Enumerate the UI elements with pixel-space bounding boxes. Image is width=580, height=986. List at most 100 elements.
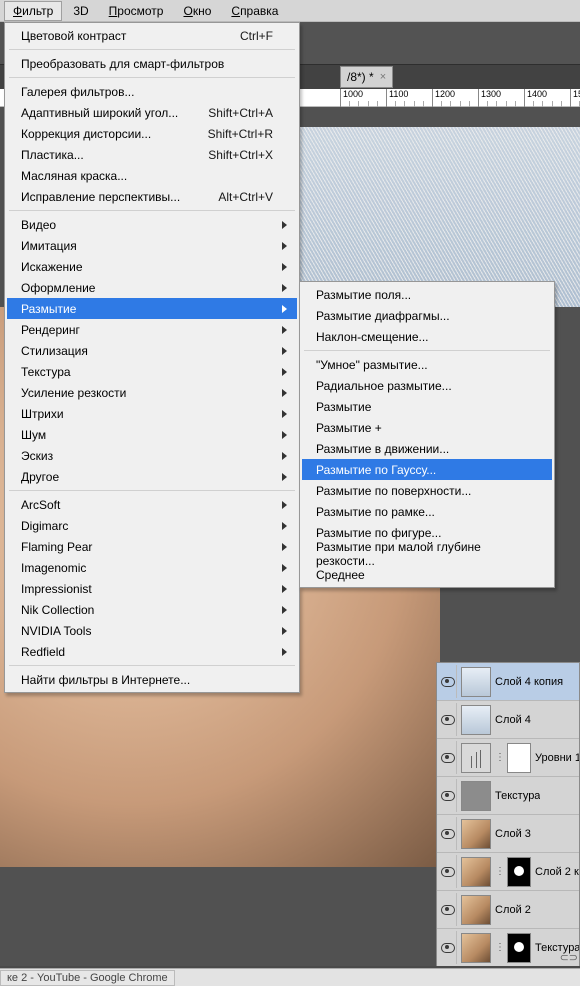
menu-filter-item[interactable]: Шум — [7, 424, 297, 445]
menu-filter-item[interactable]: Стилизация — [7, 340, 297, 361]
layer-row[interactable]: Текстура — [437, 777, 579, 815]
layer-name[interactable]: Слой 2 коп — [535, 866, 579, 878]
menu-filter-item[interactable]: Найти фильтры в Интернете... — [7, 669, 297, 690]
menu-blur-item[interactable]: Радиальное размытие... — [302, 375, 552, 396]
layer-name[interactable]: Слой 4 — [495, 714, 531, 726]
menu-filter-item[interactable]: Impressionist — [7, 578, 297, 599]
layer-name[interactable]: Текстура — [495, 790, 540, 802]
close-icon[interactable]: × — [380, 71, 386, 83]
menu-filter-item[interactable]: Imagenomic — [7, 557, 297, 578]
layer-thumbnail[interactable] — [461, 667, 491, 697]
chevron-right-icon — [282, 214, 291, 235]
menu-item-label: Видео — [21, 218, 56, 232]
menu-filter-item[interactable]: Эскиз — [7, 445, 297, 466]
menu-item-label: Imagenomic — [21, 561, 86, 575]
menu-filter-item[interactable]: Преобразовать для смарт-фильтров — [7, 53, 297, 74]
menu-filter-item[interactable]: Коррекция дисторсии...Shift+Ctrl+R — [7, 123, 297, 144]
menu-filter-item[interactable]: Текстура — [7, 361, 297, 382]
menu-blur-item[interactable]: Размытие + — [302, 417, 552, 438]
layer-visibility-toggle[interactable] — [439, 779, 457, 812]
menu-blur-item[interactable]: Размытие по поверхности... — [302, 480, 552, 501]
layer-mask-thumbnail[interactable] — [507, 743, 531, 773]
menu-blur-item[interactable]: "Умное" размытие... — [302, 354, 552, 375]
menu-filter-item[interactable]: Пластика...Shift+Ctrl+X — [7, 144, 297, 165]
layer-row[interactable]: Слой 3 — [437, 815, 579, 853]
layer-thumbnail[interactable] — [461, 781, 491, 811]
layer-thumbnail[interactable] — [461, 933, 491, 963]
eye-icon — [441, 867, 455, 877]
menubar-item-окно[interactable]: Окно — [174, 1, 220, 21]
layer-thumbnail[interactable] — [461, 819, 491, 849]
menu-blur-item[interactable]: Наклон-смещение... — [302, 326, 552, 347]
layer-row[interactable]: Слой 4 — [437, 701, 579, 739]
layer-visibility-toggle[interactable] — [439, 817, 457, 850]
menu-blur-item[interactable]: Среднее — [302, 564, 552, 585]
menu-filter-item[interactable]: Nik Collection — [7, 599, 297, 620]
menu-filter-item[interactable]: Усиление резкости — [7, 382, 297, 403]
menu-filter-item[interactable]: Искажение — [7, 256, 297, 277]
layer-name[interactable]: Слой 3 — [495, 828, 531, 840]
layer-row[interactable]: ⋮Уровни 1 — [437, 739, 579, 777]
layer-visibility-toggle[interactable] — [439, 741, 457, 774]
menu-filter-item[interactable]: Масляная краска... — [7, 165, 297, 186]
layer-thumbnail[interactable] — [461, 857, 491, 887]
menu-filter-item[interactable]: ArcSoft — [7, 494, 297, 515]
menu-filter-item[interactable]: Размытие — [7, 298, 297, 319]
layer-thumbnail[interactable] — [461, 705, 491, 735]
menu-item-label: Наклон-смещение... — [316, 330, 429, 344]
menu-filter-item[interactable]: Digimarc — [7, 515, 297, 536]
layer-row[interactable]: Слой 2 — [437, 891, 579, 929]
menubar-item-справка[interactable]: Справка — [222, 1, 287, 21]
menu-item-label: Размытие по фигуре... — [316, 526, 441, 540]
menu-blur-item[interactable]: Размытие — [302, 396, 552, 417]
layer-name[interactable]: Слой 2 — [495, 904, 531, 916]
menu-blur-item[interactable]: Размытие в движении... — [302, 438, 552, 459]
layer-visibility-toggle[interactable] — [439, 893, 457, 926]
menu-blur-item[interactable]: Размытие при малой глубине резкости... — [302, 543, 552, 564]
menu-filter-item[interactable]: Рендеринг — [7, 319, 297, 340]
menu-blur-item[interactable]: Размытие по рамке... — [302, 501, 552, 522]
menu-filter-item[interactable]: Flaming Pear — [7, 536, 297, 557]
layer-visibility-toggle[interactable] — [439, 931, 457, 964]
menu-filter-item[interactable]: Исправление перспективы...Alt+Ctrl+V — [7, 186, 297, 207]
eye-icon — [441, 829, 455, 839]
layer-thumbnail[interactable] — [461, 743, 491, 773]
menu-filter-item[interactable]: Цветовой контрастCtrl+F — [7, 25, 297, 46]
taskbar-item[interactable]: ке 2 - YouTube - Google Chrome — [0, 970, 175, 986]
image-hair-region — [300, 127, 580, 307]
layer-row[interactable]: ⋮Текстура к — [437, 929, 579, 966]
menu-filter-item[interactable]: NVIDIA Tools — [7, 620, 297, 641]
layer-visibility-toggle[interactable] — [439, 665, 457, 698]
menubar-item-просмотр[interactable]: Просмотр — [100, 1, 173, 21]
menubar-item-фильтр[interactable]: Фильтр — [4, 1, 62, 21]
menu-filter-item[interactable]: Галерея фильтров... — [7, 81, 297, 102]
menu-blur-item[interactable]: Размытие поля... — [302, 284, 552, 305]
menu-filter-item[interactable]: Redfield — [7, 641, 297, 662]
layer-visibility-toggle[interactable] — [439, 703, 457, 736]
menu-filter-item[interactable]: Видео — [7, 214, 297, 235]
layer-mask-thumbnail[interactable] — [507, 857, 531, 887]
menu-blur-item[interactable]: Размытие диафрагмы... — [302, 305, 552, 326]
document-tab[interactable]: /8*) * × — [340, 66, 393, 88]
layer-row[interactable]: ⋮Слой 2 коп — [437, 853, 579, 891]
layer-name[interactable]: Слой 4 копия — [495, 676, 563, 688]
layer-thumbnail[interactable] — [461, 895, 491, 925]
document-tab-title: /8*) * — [347, 70, 374, 84]
layer-name[interactable]: Уровни 1 — [535, 752, 579, 764]
menubar-item-3d[interactable]: 3D — [64, 1, 97, 21]
layer-row[interactable]: Слой 4 копия — [437, 663, 579, 701]
layer-visibility-toggle[interactable] — [439, 855, 457, 888]
menu-filter-item[interactable]: Имитация — [7, 235, 297, 256]
menu-item-label: Преобразовать для смарт-фильтров — [21, 57, 224, 71]
menu-blur-item[interactable]: Размытие по Гауссу... — [302, 459, 552, 480]
chevron-right-icon — [282, 578, 291, 599]
menu-item-label: Размытие — [21, 302, 76, 316]
menu-filter-item[interactable]: Штрихи — [7, 403, 297, 424]
menu-filter-item[interactable]: Другое — [7, 466, 297, 487]
layer-mask-thumbnail[interactable] — [507, 933, 531, 963]
menu-separator — [9, 210, 295, 211]
menu-item-shortcut: Shift+Ctrl+R — [208, 127, 273, 141]
menu-filter-item[interactable]: Адаптивный широкий угол...Shift+Ctrl+A — [7, 102, 297, 123]
menu-filter-item[interactable]: Оформление — [7, 277, 297, 298]
menu-item-label: Размытие в движении... — [316, 442, 449, 456]
